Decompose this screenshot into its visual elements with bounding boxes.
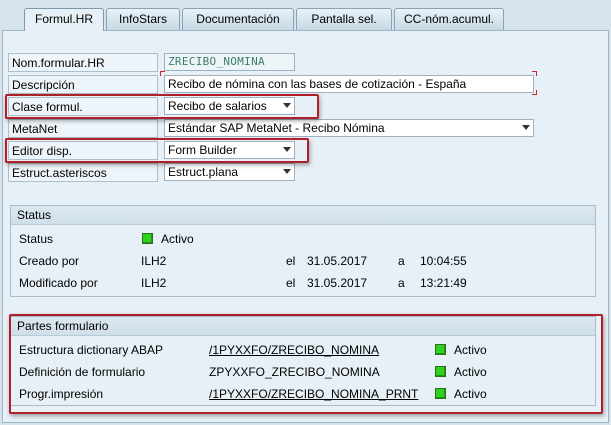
- nom-formular-field: ZRECIBO_NOMINA: [164, 53, 295, 71]
- metanet-label: MetaNet: [8, 119, 158, 138]
- required-marker-icon: [532, 90, 537, 95]
- estruct-asteriscos-label: Estruct.asteriscos: [8, 163, 158, 182]
- highlight-partes-formulario: [9, 314, 603, 414]
- creado-a-label: a: [398, 254, 405, 268]
- metanet-dropdown[interactable]: Estándar SAP MetaNet - Recibo Nómina: [164, 119, 534, 137]
- creado-por-label: Creado por: [19, 254, 80, 268]
- modificado-por-label: Modificado por: [19, 276, 98, 290]
- required-marker-icon: [532, 71, 537, 76]
- estruct-asteriscos-value: Estruct.plana: [168, 165, 239, 179]
- descripcion-input[interactable]: Recibo de nómina con las bases de cotiza…: [164, 75, 534, 93]
- modificado-date: 31.05.2017: [307, 276, 368, 290]
- status-label: Status: [19, 232, 54, 246]
- estruct-asteriscos-dropdown[interactable]: Estruct.plana: [164, 163, 295, 181]
- modificado-a-label: a: [398, 276, 405, 290]
- tab-infostars[interactable]: InfoStars: [106, 8, 180, 30]
- metanet-value: Estándar SAP MetaNet - Recibo Nómina: [168, 121, 385, 135]
- highlight-editor-disp: [5, 138, 309, 163]
- modificado-time: 13:21:49: [420, 276, 467, 290]
- creado-por-user: ILH2: [141, 254, 167, 268]
- creado-el-label: el: [286, 254, 296, 268]
- status-value: Activo: [161, 232, 194, 246]
- creado-time: 10:04:55: [420, 254, 467, 268]
- status-group-title: Status: [11, 206, 595, 225]
- status-group: Status Status Activo Creado por ILH2 el …: [10, 205, 596, 297]
- status-active-icon: [142, 233, 153, 244]
- highlight-clase-formul: [5, 94, 319, 119]
- nom-formular-label: Nom.formular.HR: [8, 53, 158, 72]
- chevron-down-icon[interactable]: [522, 125, 530, 130]
- tab-pantalla-sel[interactable]: Pantalla sel.: [296, 8, 392, 30]
- creado-date: 31.05.2017: [307, 254, 368, 268]
- descripcion-label: Descripción: [8, 75, 158, 94]
- tab-documentacion[interactable]: Documentación: [182, 8, 294, 30]
- modificado-el-label: el: [286, 276, 296, 290]
- tab-formul-hr[interactable]: Formul.HR: [24, 8, 104, 31]
- chevron-down-icon[interactable]: [283, 169, 291, 174]
- modificado-por-user: ILH2: [141, 276, 167, 290]
- tab-cc-nom-acumul[interactable]: CC-nóm.acumul.: [394, 8, 504, 30]
- required-marker-icon: [160, 71, 165, 76]
